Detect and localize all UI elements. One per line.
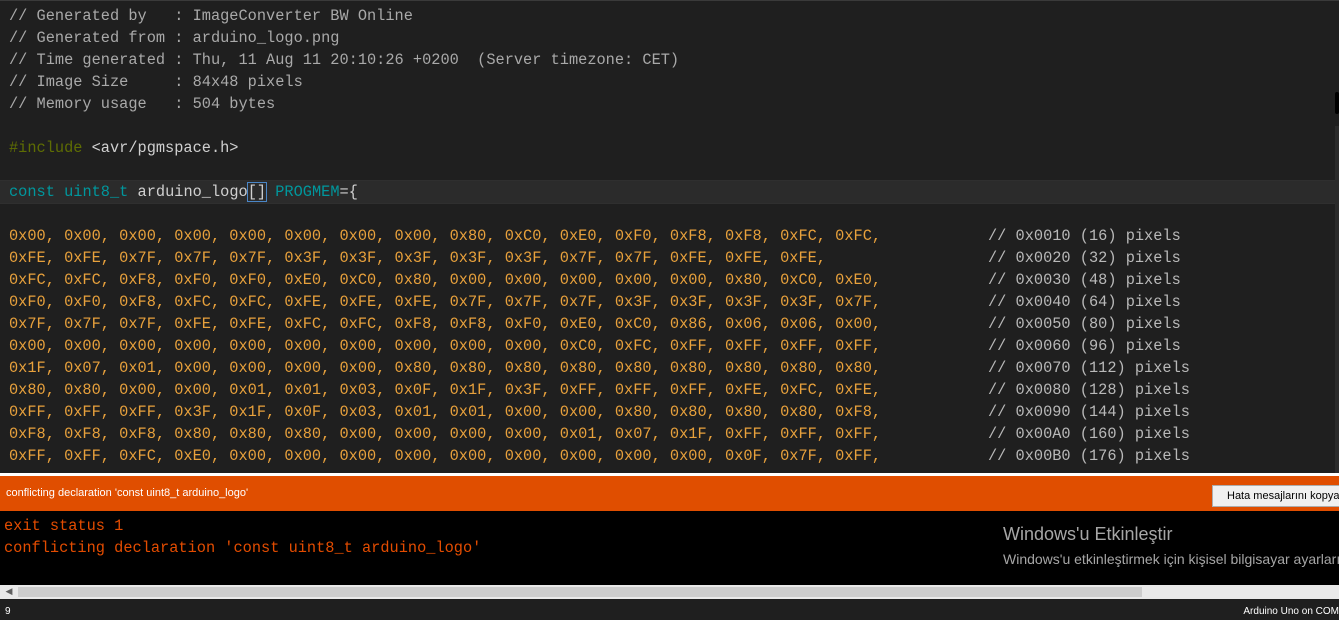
copy-error-messages-button[interactable]: Hata mesajlarını kopyala bbox=[1212, 485, 1339, 507]
hex-values: 0x00, 0x00, 0x00, 0x00, 0x00, 0x00, 0x00… bbox=[9, 227, 882, 245]
hex-data-row: 0xFE, 0xFE, 0x7F, 0x7F, 0x7F, 0x3F, 0x3F… bbox=[9, 247, 1181, 269]
status-message: conflicting declaration 'const uint8_t a… bbox=[6, 487, 249, 499]
pixel-offset-comment: // 0x0030 (48) pixels bbox=[988, 271, 1181, 289]
hex-values: 0xFC, 0xFC, 0xF8, 0xF0, 0xF0, 0xE0, 0xC0… bbox=[9, 271, 882, 289]
hex-data-row: 0xFF, 0xFF, 0xFC, 0xE0, 0x00, 0x00, 0x00… bbox=[9, 445, 1190, 467]
header-comment-line: // Image Size : 84x48 pixels bbox=[9, 73, 303, 91]
activation-watermark-title: Windows'u Etkinleştir bbox=[1003, 524, 1173, 544]
header-comment-line: // Time generated : Thu, 11 Aug 11 20:10… bbox=[9, 51, 680, 69]
error-status-bar: conflicting declaration 'const uint8_t a… bbox=[0, 473, 1339, 511]
pixel-offset-comment: // 0x0070 (112) pixels bbox=[988, 359, 1190, 377]
hex-data-row: 0x7F, 0x7F, 0x7F, 0xFE, 0xFE, 0xFC, 0xFC… bbox=[9, 313, 1181, 335]
pixel-offset-comment: // 0x0050 (80) pixels bbox=[988, 315, 1181, 333]
hex-values: 0xFF, 0xFF, 0xFF, 0x3F, 0x1F, 0x0F, 0x03… bbox=[9, 403, 882, 421]
console-line: conflicting declaration 'const uint8_t a… bbox=[4, 539, 482, 557]
include-header: <avr/pgmspace.h> bbox=[82, 139, 239, 157]
declaration-tail: ={ bbox=[339, 183, 358, 201]
scroll-left-arrow-icon[interactable]: ◀ bbox=[4, 587, 14, 597]
hex-values: 0x1F, 0x07, 0x01, 0x00, 0x00, 0x00, 0x00… bbox=[9, 359, 882, 377]
horizontal-scrollbar[interactable]: ◀ bbox=[0, 585, 1339, 599]
code-editor[interactable]: // Generated by : ImageConverter BW Onli… bbox=[0, 0, 1339, 474]
hex-data-row: 0x1F, 0x07, 0x01, 0x00, 0x00, 0x00, 0x00… bbox=[9, 357, 1190, 379]
progmem-attribute: PROGMEM bbox=[275, 183, 340, 201]
array-brackets: [] bbox=[246, 182, 268, 202]
header-comment-line: // Generated by : ImageConverter BW Onli… bbox=[9, 7, 413, 25]
const-keyword: const bbox=[9, 183, 55, 201]
pixel-offset-comment: // 0x0090 (144) pixels bbox=[988, 403, 1190, 421]
hex-data-row: 0x80, 0x80, 0x00, 0x00, 0x01, 0x01, 0x03… bbox=[9, 379, 1190, 401]
pixel-offset-comment: // 0x0020 (32) pixels bbox=[988, 249, 1181, 267]
console-line: exit status 1 bbox=[4, 517, 124, 535]
hex-data-row: 0xF0, 0xF0, 0xF8, 0xFC, 0xFC, 0xFE, 0xFE… bbox=[9, 291, 1181, 313]
declaration-line: const uint8_t arduino_logo[] PROGMEM={ bbox=[9, 181, 358, 203]
hex-data-row: 0x00, 0x00, 0x00, 0x00, 0x00, 0x00, 0x00… bbox=[9, 225, 1181, 247]
header-comment-line: // Generated from : arduino_logo.png bbox=[9, 29, 340, 47]
hex-values: 0x7F, 0x7F, 0x7F, 0xFE, 0xFE, 0xFC, 0xFC… bbox=[9, 315, 882, 333]
hex-values: 0x80, 0x80, 0x00, 0x00, 0x01, 0x01, 0x03… bbox=[9, 381, 882, 399]
editor-right-gutter bbox=[1335, 126, 1339, 474]
hex-data-row: 0x00, 0x00, 0x00, 0x00, 0x00, 0x00, 0x00… bbox=[9, 335, 1181, 357]
hex-values: 0xFF, 0xFF, 0xFC, 0xE0, 0x00, 0x00, 0x00… bbox=[9, 447, 882, 465]
hex-values: 0xFE, 0xFE, 0x7F, 0x7F, 0x7F, 0x3F, 0x3F… bbox=[9, 249, 826, 267]
pixel-offset-comment: // 0x00B0 (176) pixels bbox=[988, 447, 1190, 465]
horizontal-scroll-thumb[interactable] bbox=[18, 587, 1142, 597]
hex-data-row: 0xFF, 0xFF, 0xFF, 0x3F, 0x1F, 0x0F, 0x03… bbox=[9, 401, 1190, 423]
footer-bar: 9 Arduino Uno on COM bbox=[0, 599, 1339, 620]
include-directive: #include bbox=[9, 139, 83, 157]
hex-values: 0xF8, 0xF8, 0xF8, 0x80, 0x80, 0x80, 0x00… bbox=[9, 425, 882, 443]
hex-data-row: 0xF8, 0xF8, 0xF8, 0x80, 0x80, 0x80, 0x00… bbox=[9, 423, 1190, 445]
board-port-info: Arduino Uno on COM bbox=[1243, 606, 1339, 617]
array-name: arduino_logo bbox=[137, 183, 248, 201]
pixel-offset-comment: // 0x00A0 (160) pixels bbox=[988, 425, 1190, 443]
hex-data-row: 0xFC, 0xFC, 0xF8, 0xF0, 0xF0, 0xE0, 0xC0… bbox=[9, 269, 1181, 291]
line-number-indicator: 9 bbox=[5, 606, 11, 617]
header-comment-line: // Memory usage : 504 bytes bbox=[9, 95, 276, 113]
hex-values: 0xF0, 0xF0, 0xF8, 0xFC, 0xFC, 0xFE, 0xFE… bbox=[9, 293, 882, 311]
editor-scroll-marker bbox=[1335, 92, 1339, 114]
pixel-offset-comment: // 0x0040 (64) pixels bbox=[988, 293, 1181, 311]
pixel-offset-comment: // 0x0060 (96) pixels bbox=[988, 337, 1181, 355]
activation-watermark-subtitle: Windows'u etkinleştirmek için kişisel bi… bbox=[1003, 551, 1339, 567]
pixel-offset-comment: // 0x0080 (128) pixels bbox=[988, 381, 1190, 399]
pixel-offset-comment: // 0x0010 (16) pixels bbox=[988, 227, 1181, 245]
type-keyword: uint8_t bbox=[64, 183, 129, 201]
hex-values: 0x00, 0x00, 0x00, 0x00, 0x00, 0x00, 0x00… bbox=[9, 337, 882, 355]
include-line: #include <avr/pgmspace.h> bbox=[9, 137, 239, 159]
